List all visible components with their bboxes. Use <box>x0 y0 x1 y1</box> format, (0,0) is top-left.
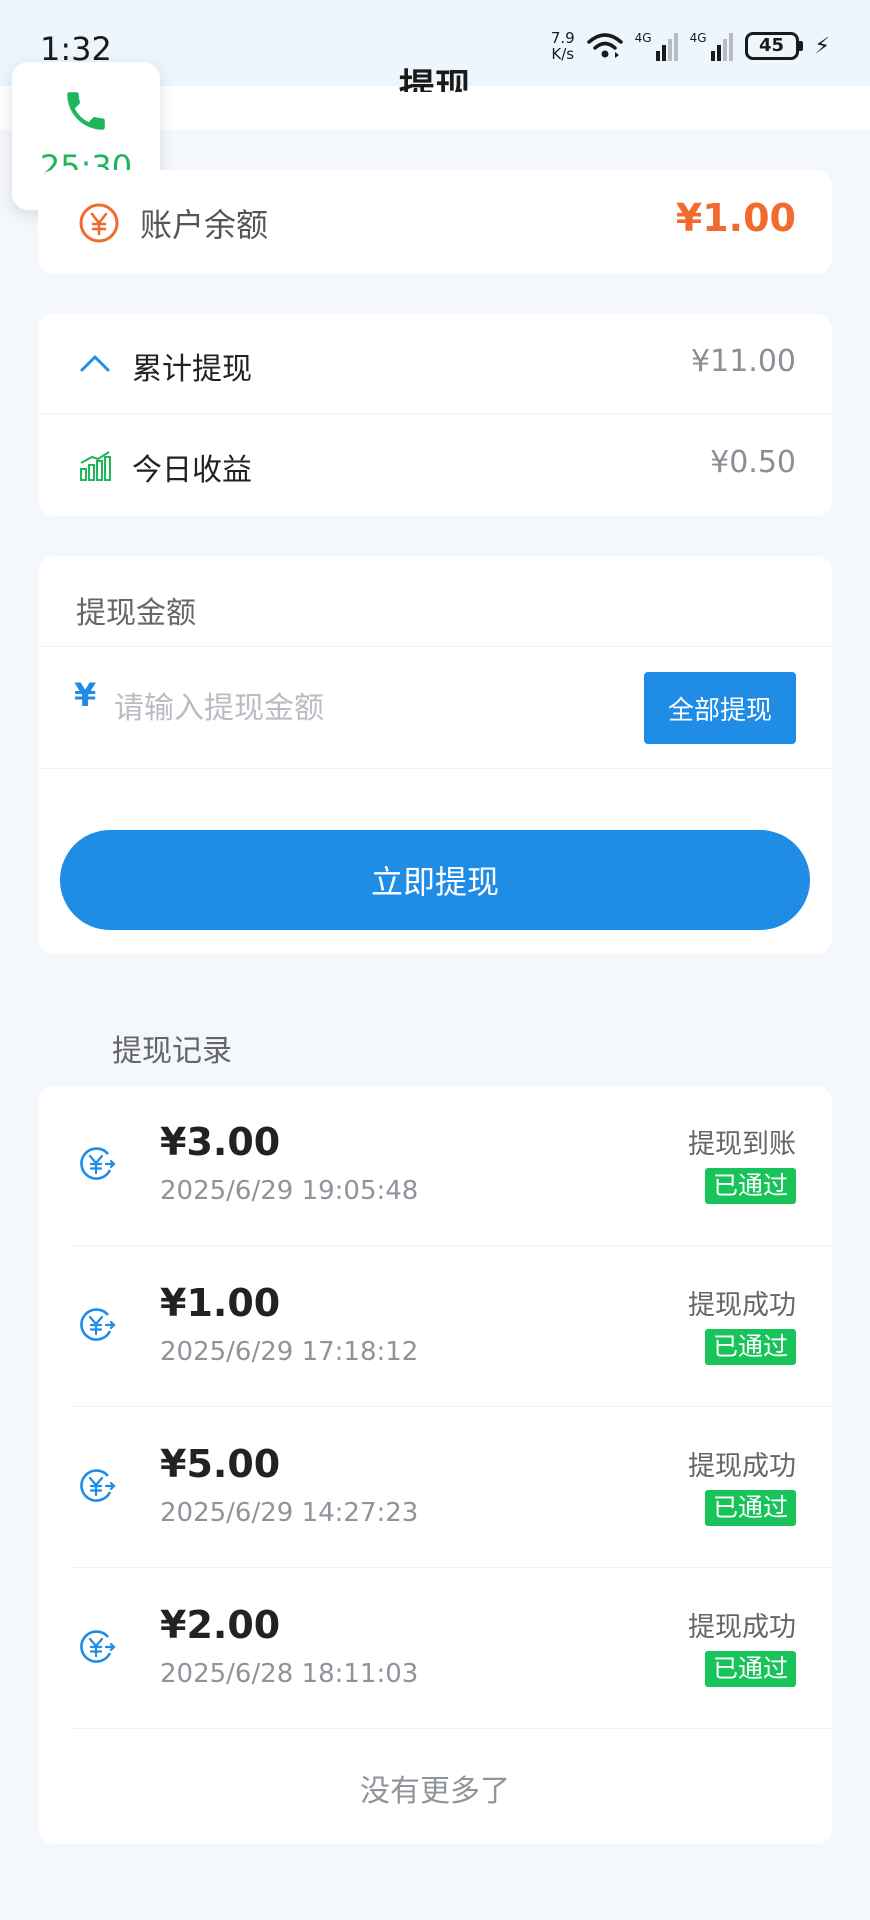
withdraw-amount-title: 提现金额 <box>76 596 196 631</box>
record-time: 2025/6/29 17:18:12 <box>160 1337 419 1367</box>
balance-label: 账户余额 <box>140 206 269 244</box>
signal-strength-1-icon: 4G <box>635 31 678 61</box>
record-status: 提现成功 <box>688 1451 796 1482</box>
records-title: 提现记录 <box>112 1034 232 1069</box>
record-item[interactable]: ¥3.00 2025/6/29 19:05:48 提现到账 已通过 <box>38 1086 832 1246</box>
stats-card: 累计提现 ¥11.00 今日收益 ¥0.50 <box>38 314 832 516</box>
record-item[interactable]: ¥2.00 2025/6/28 18:11:03 提现成功 已通过 <box>38 1569 832 1729</box>
divider <box>72 1567 832 1568</box>
approved-badge: 已通过 <box>704 1329 796 1365</box>
record-time: 2025/6/29 14:27:23 <box>160 1498 419 1528</box>
record-status: 提现成功 <box>688 1612 796 1643</box>
withdraw-now-button[interactable]: 立即提现 <box>60 830 810 930</box>
record-item[interactable]: ¥5.00 2025/6/29 14:27:23 提现成功 已通过 <box>38 1408 832 1568</box>
record-amount: ¥1.00 <box>160 1281 281 1325</box>
yen-transfer-icon <box>80 1308 116 1341</box>
record-amount: ¥2.00 <box>160 1603 281 1647</box>
battery-level: 45 <box>744 32 799 60</box>
stat-row-today-earnings: 今日收益 ¥0.50 <box>38 415 832 515</box>
yen-coin-icon <box>79 203 119 243</box>
withdraw-all-button[interactable]: 全部提现 <box>644 672 796 744</box>
record-item[interactable]: ¥1.00 2025/6/29 17:18:12 提现成功 已通过 <box>38 1247 832 1407</box>
charging-icon: ⚡ <box>814 33 830 59</box>
record-time: 2025/6/29 19:05:48 <box>160 1176 419 1206</box>
record-status: 提现到账 <box>688 1129 796 1160</box>
chevron-up-icon <box>80 355 110 372</box>
stat-label: 今日收益 <box>132 453 252 488</box>
network-speed-value: 7.9 <box>550 29 575 47</box>
divider <box>72 1406 832 1407</box>
no-more-text: 没有更多了 <box>360 1774 510 1809</box>
balance-value: ¥1.00 <box>675 196 796 240</box>
app-root: 1:32 7.9 K/s 4G 4G 45 ⚡ 提现 25:30 账户余额 ¥1… <box>0 0 870 1920</box>
record-status: 提现成功 <box>688 1290 796 1321</box>
currency-symbol: ¥ <box>74 676 97 714</box>
record-time: 2025/6/28 18:11:03 <box>160 1659 419 1689</box>
stat-value: ¥11.00 <box>691 344 796 379</box>
balance-card: 账户余额 ¥1.00 <box>38 170 832 274</box>
signal-strength-2-icon: 4G <box>690 31 733 61</box>
record-amount: ¥5.00 <box>160 1442 281 1486</box>
records-list: ¥3.00 2025/6/29 19:05:48 提现到账 已通过 ¥1.00 … <box>38 1086 832 1844</box>
divider <box>72 1245 832 1246</box>
approved-badge: 已通过 <box>704 1651 796 1687</box>
divider <box>38 646 832 647</box>
divider <box>72 1728 832 1729</box>
wifi-icon <box>586 33 623 58</box>
withdraw-form-card: 提现金额 ¥ 全部提现 立即提现 <box>38 556 832 954</box>
stat-label: 累计提现 <box>132 352 252 387</box>
record-amount: ¥3.00 <box>160 1120 281 1164</box>
battery-icon: 45 <box>744 32 803 60</box>
yen-transfer-icon <box>80 1147 116 1180</box>
approved-badge: 已通过 <box>704 1168 796 1204</box>
approved-badge: 已通过 <box>704 1490 796 1526</box>
growth-chart-icon <box>80 451 111 481</box>
stat-value: ¥0.50 <box>710 445 796 480</box>
yen-transfer-icon <box>80 1630 116 1663</box>
phone-icon <box>67 92 105 130</box>
yen-transfer-icon <box>80 1469 116 1502</box>
divider <box>38 768 832 769</box>
withdraw-amount-input[interactable] <box>114 680 534 736</box>
stat-row-total-withdrawn: 累计提现 ¥11.00 <box>38 314 832 414</box>
